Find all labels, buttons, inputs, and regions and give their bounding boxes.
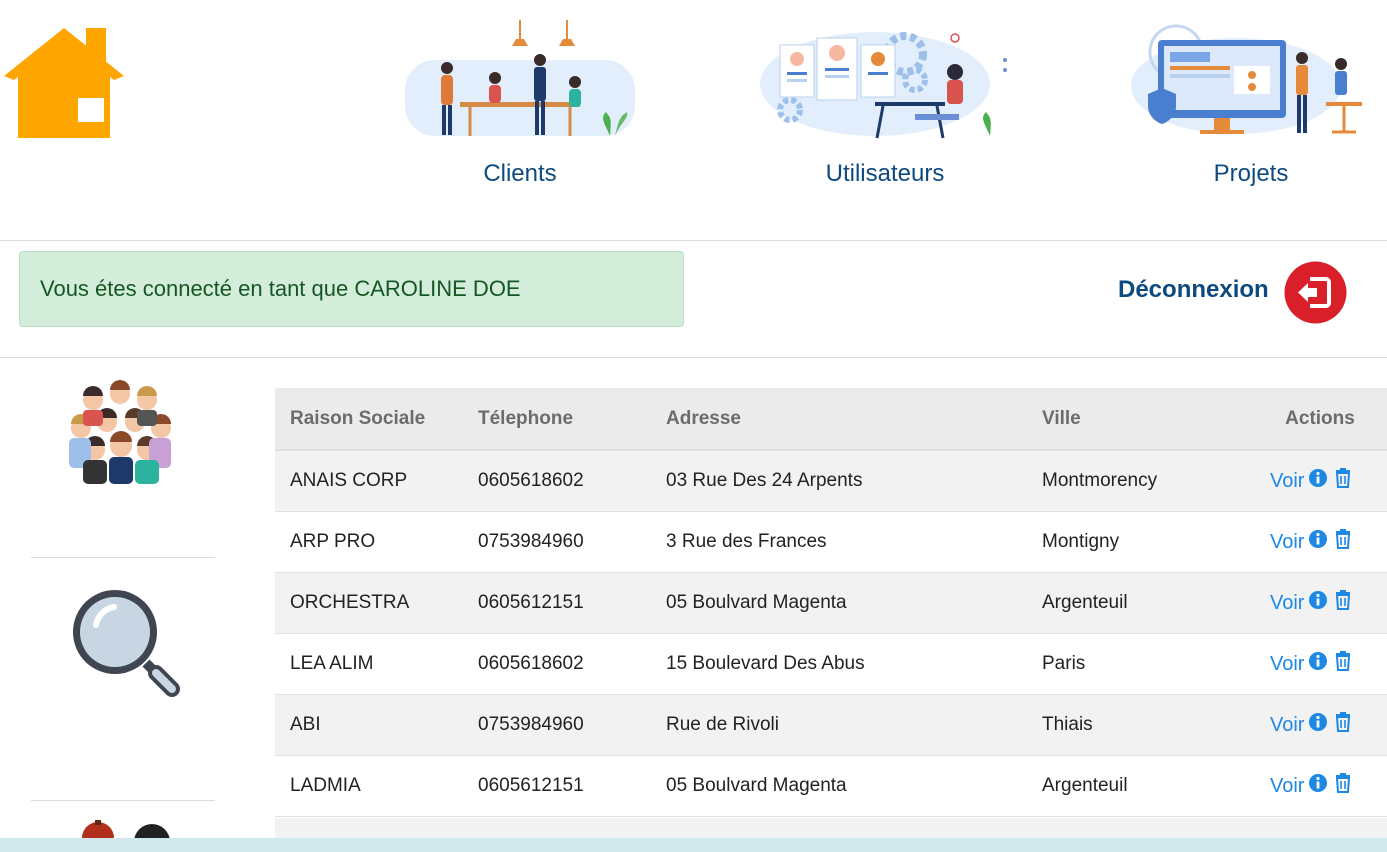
cell-raison-sociale: ANAIS CORP xyxy=(290,470,408,491)
row-actions: Voir xyxy=(1253,650,1354,678)
clients-table: Raison Sociale Télephone Adresse Ville A… xyxy=(275,388,1387,817)
table-header: Raison Sociale Télephone Adresse Ville A… xyxy=(275,388,1387,451)
row-actions: Voir xyxy=(1253,772,1354,800)
table-row-partial xyxy=(275,818,1387,838)
cell-adresse: Rue de Rivoli xyxy=(666,714,779,735)
cell-adresse: 03 Rue Des 24 Arpents xyxy=(666,470,863,491)
nav-users[interactable]: Utilisateurs xyxy=(755,20,1015,200)
cell-ville: Thiais xyxy=(1042,714,1093,735)
column-header: Actions xyxy=(1285,407,1355,429)
column-header[interactable]: Raison Sociale xyxy=(275,408,463,430)
logout-icon xyxy=(1284,261,1347,324)
cell-adresse: 05 Boulvard Magenta xyxy=(666,592,847,613)
cell-telephone: 0605618602 xyxy=(478,470,584,491)
row-actions: Voir xyxy=(1253,528,1354,556)
trash-icon[interactable] xyxy=(1332,711,1354,739)
cell-ville: Argenteuil xyxy=(1042,592,1128,613)
cell-telephone: 0605612151 xyxy=(478,592,584,613)
trash-icon[interactable] xyxy=(1332,528,1354,556)
team-avatars-icon xyxy=(82,820,170,852)
cell-ville: Montigny xyxy=(1042,531,1120,552)
column-header[interactable]: Ville xyxy=(1027,408,1253,430)
cell-raison-sociale: LADMIA xyxy=(290,775,361,796)
table-row[interactable]: ORCHESTRA 0605612151 05 Boulvard Magenta… xyxy=(275,573,1387,634)
cell-raison-sociale: ARP PRO xyxy=(290,531,376,552)
cell-telephone: 0753984960 xyxy=(478,531,584,552)
footer-bar xyxy=(0,838,1387,852)
cell-telephone: 0753984960 xyxy=(478,714,584,735)
view-link[interactable]: Voir xyxy=(1270,653,1304,676)
info-icon[interactable] xyxy=(1308,529,1328,555)
view-link[interactable]: Voir xyxy=(1270,531,1304,554)
header-divider xyxy=(0,240,1387,241)
table-row[interactable]: LADMIA 0605612151 05 Boulvard Magenta Ar… xyxy=(275,756,1387,817)
projects-illustration-icon xyxy=(1131,24,1362,134)
view-link[interactable]: Voir xyxy=(1270,775,1304,798)
trash-icon[interactable] xyxy=(1332,650,1354,678)
table-row[interactable]: ANAIS CORP 0605618602 03 Rue Des 24 Arpe… xyxy=(275,451,1387,512)
cell-telephone: 0605618602 xyxy=(478,653,584,674)
sidebar-divider xyxy=(31,800,215,801)
info-icon[interactable] xyxy=(1308,468,1328,494)
home-icon xyxy=(4,28,124,138)
nav-projects[interactable]: Projets xyxy=(1121,20,1381,200)
column-header[interactable]: Télephone xyxy=(463,408,651,430)
nav-clients[interactable]: Clients xyxy=(390,20,650,200)
session-divider xyxy=(0,357,1387,358)
trash-icon[interactable] xyxy=(1332,772,1354,800)
cell-adresse: 15 Boulevard Des Abus xyxy=(666,653,865,674)
cell-adresse: 3 Rue des Frances xyxy=(666,531,827,552)
nav-clients-label: Clients xyxy=(483,160,557,187)
clients-illustration-icon xyxy=(405,20,635,136)
trash-icon[interactable] xyxy=(1332,467,1354,495)
users-illustration-icon xyxy=(760,32,1007,139)
info-icon[interactable] xyxy=(1308,651,1328,677)
login-status-alert: Vous étes connecté en tant que CAROLINE … xyxy=(19,251,684,327)
cell-telephone: 0605612151 xyxy=(478,775,584,796)
cell-ville: Argenteuil xyxy=(1042,775,1128,796)
trash-icon[interactable] xyxy=(1332,589,1354,617)
cell-raison-sociale: LEA ALIM xyxy=(290,653,374,674)
sidebar-search-link[interactable] xyxy=(68,585,180,702)
table-row[interactable]: ARP PRO 0753984960 3 Rue des Frances Mon… xyxy=(275,512,1387,573)
top-navigation: Clients Utilisateurs Projets xyxy=(0,0,1387,240)
info-icon[interactable] xyxy=(1308,590,1328,616)
logout-label[interactable]: Déconnexion xyxy=(1118,276,1269,304)
people-group-icon xyxy=(69,380,171,484)
table-row[interactable]: ABI 0753984960 Rue de Rivoli Thiais Voir xyxy=(275,695,1387,756)
cell-raison-sociale: ORCHESTRA xyxy=(290,592,410,613)
sidebar-clients-link[interactable] xyxy=(63,378,177,493)
row-actions: Voir xyxy=(1253,467,1354,495)
table-row[interactable]: LEA ALIM 0605618602 15 Boulevard Des Abu… xyxy=(275,634,1387,695)
view-link[interactable]: Voir xyxy=(1270,592,1304,615)
cell-adresse: 05 Boulvard Magenta xyxy=(666,775,847,796)
logout-button[interactable] xyxy=(1284,261,1347,324)
nav-projects-label: Projets xyxy=(1213,160,1289,187)
info-icon[interactable] xyxy=(1308,712,1328,738)
info-icon[interactable] xyxy=(1308,773,1328,799)
nav-users-label: Utilisateurs xyxy=(825,160,945,187)
view-link[interactable]: Voir xyxy=(1270,714,1304,737)
column-header[interactable]: Adresse xyxy=(651,408,1027,430)
cell-ville: Paris xyxy=(1042,653,1086,674)
sidebar-divider xyxy=(31,557,215,558)
row-actions: Voir xyxy=(1253,589,1354,617)
magnifier-icon xyxy=(73,590,180,697)
cell-raison-sociale: ABI xyxy=(290,714,321,735)
row-actions: Voir xyxy=(1253,711,1354,739)
cell-ville: Montmorency xyxy=(1042,470,1158,491)
home-link[interactable] xyxy=(0,24,128,142)
view-link[interactable]: Voir xyxy=(1270,470,1304,493)
